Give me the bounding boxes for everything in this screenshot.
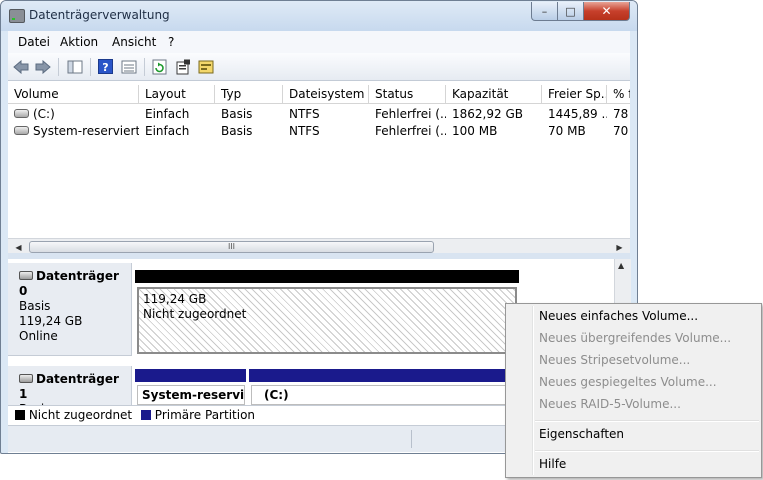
status-separator xyxy=(411,430,412,448)
cell-prozent-frei: 70 xyxy=(613,124,629,138)
column-header-layout[interactable]: Layout xyxy=(139,85,215,103)
menu-item-new-raid5-volume[interactable]: Neues RAID-5-Volume... xyxy=(539,394,681,414)
scroll-up-icon[interactable]: ▲ xyxy=(618,261,624,270)
menu-help[interactable]: ? xyxy=(168,35,174,49)
title-bar: Datenträgerverwaltung – □ ✕ xyxy=(1,1,637,31)
menu-bar: Datei Aktion Ansicht ? xyxy=(8,31,630,54)
menu-item-properties[interactable]: Eigenschaften xyxy=(539,424,624,444)
column-header-volume[interactable]: Volume xyxy=(8,85,139,103)
cell-status: Fehlerfrei (... xyxy=(375,107,446,121)
partition-system-reserved[interactable]: System-reserviert xyxy=(137,385,245,405)
column-header-status[interactable]: Status xyxy=(369,85,446,103)
disk-0-info[interactable]: Datenträger 0 Basis 119,24 GB Online xyxy=(8,263,132,356)
menu-ansicht[interactable]: Ansicht xyxy=(112,35,156,49)
disk-0-state: Online xyxy=(19,329,58,343)
disk-0-type: Basis xyxy=(19,299,51,313)
volume-list: Volume Layout Typ Dateisystem Status Kap… xyxy=(8,85,630,256)
disk-0-unallocated-partition[interactable]: 119,24 GB Nicht zugeordnet xyxy=(137,287,517,354)
cell-freier-speicher: 70 MB xyxy=(548,124,586,138)
menu-aktion[interactable]: Aktion xyxy=(60,35,98,49)
cell-freier-speicher: 1445,89 ... xyxy=(548,107,607,121)
volume-list-header: Volume Layout Typ Dateisystem Status Kap… xyxy=(8,85,630,104)
legend-label-unallocated: Nicht zugeordnet xyxy=(28,408,133,422)
refresh-icon[interactable] xyxy=(151,58,168,75)
column-header-prozent-frei[interactable]: % f xyxy=(607,85,630,103)
table-row[interactable]: System-reserviert Einfach Basis NTFS Feh… xyxy=(8,123,630,139)
partition-c-bar xyxy=(249,369,507,382)
table-row[interactable]: (C:) Einfach Basis NTFS Fehlerfrei (... … xyxy=(8,106,630,122)
menu-item-new-spanned-volume[interactable]: Neues übergreifendes Volume... xyxy=(539,328,731,348)
partition-system-reserved-bar xyxy=(135,369,246,382)
drive-icon xyxy=(14,109,29,118)
toolbar-separator xyxy=(58,58,59,76)
window-title: Datenträgerverwaltung xyxy=(29,8,170,22)
legend-label-primary: Primäre Partition xyxy=(154,408,256,422)
unallocated-size: 119,24 GB xyxy=(143,292,207,306)
cell-volume: (C:) xyxy=(33,107,55,121)
partition-c[interactable]: (C:) xyxy=(251,385,507,405)
menu-datei[interactable]: Datei xyxy=(18,35,50,49)
column-header-freier-speicher[interactable]: Freier Sp... xyxy=(542,85,607,103)
toolbar-separator xyxy=(144,58,145,76)
context-menu: Neues einfaches Volume... Neues übergrei… xyxy=(505,303,762,478)
disk-0-name: Datenträger 0 xyxy=(19,269,119,298)
unallocated-status: Nicht zugeordnet xyxy=(143,307,247,321)
legend-swatch-unallocated xyxy=(15,409,25,420)
cell-layout: Einfach xyxy=(145,107,190,121)
disk-icon xyxy=(19,271,33,280)
help-icon[interactable]: ? xyxy=(97,58,114,75)
cell-dateisystem: NTFS xyxy=(289,107,320,121)
cell-dateisystem: NTFS xyxy=(289,124,320,138)
drive-icon xyxy=(14,126,29,135)
cell-typ: Basis xyxy=(221,124,253,138)
toolbar: ? xyxy=(8,53,630,81)
cell-volume: System-reserviert xyxy=(33,124,139,138)
forward-arrow-icon[interactable] xyxy=(34,58,51,75)
minimize-button[interactable]: – xyxy=(531,2,558,21)
disk-0-size: 119,24 GB xyxy=(19,314,83,328)
list-view-icon[interactable] xyxy=(120,58,137,75)
context-menu-gutter xyxy=(532,306,534,475)
cell-kapazitaet: 1862,92 GB xyxy=(452,107,523,121)
menu-item-new-simple-volume[interactable]: Neues einfaches Volume... xyxy=(539,306,698,326)
cell-kapazitaet: 100 MB xyxy=(452,124,498,138)
close-button[interactable]: ✕ xyxy=(583,2,630,21)
cell-layout: Einfach xyxy=(145,124,190,138)
menu-item-new-striped-volume[interactable]: Neues Stripesetvolume... xyxy=(539,350,690,370)
console-tree-icon[interactable] xyxy=(66,58,83,75)
menu-separator xyxy=(535,420,759,422)
cell-status: Fehlerfrei (... xyxy=(375,124,446,138)
disk-icon xyxy=(19,374,33,383)
cell-typ: Basis xyxy=(221,107,253,121)
maximize-button[interactable]: □ xyxy=(557,2,584,21)
column-header-typ[interactable]: Typ xyxy=(215,85,283,103)
properties-icon[interactable] xyxy=(174,58,191,75)
disk-management-icon xyxy=(9,9,25,23)
disk-0-unallocated-bar xyxy=(135,270,519,283)
column-header-kapazitaet[interactable]: Kapazität xyxy=(446,85,542,103)
toolbar-separator xyxy=(90,58,91,76)
disk-1-name: Datenträger 1 xyxy=(19,372,119,401)
menu-item-new-mirrored-volume[interactable]: Neues gespiegeltes Volume... xyxy=(539,372,717,392)
svg-text:?: ? xyxy=(102,61,108,74)
disk-1-info[interactable]: Datenträger 1 Basis xyxy=(8,366,132,416)
cell-prozent-frei: 78 xyxy=(613,107,629,121)
scroll-thumb[interactable]: III xyxy=(29,241,434,253)
rescan-icon[interactable] xyxy=(197,58,214,75)
back-arrow-icon[interactable] xyxy=(12,58,29,75)
legend-swatch-primary xyxy=(140,409,151,420)
menu-separator xyxy=(535,450,759,452)
column-header-dateisystem[interactable]: Dateisystem xyxy=(283,85,369,103)
menu-item-help[interactable]: Hilfe xyxy=(539,454,566,474)
